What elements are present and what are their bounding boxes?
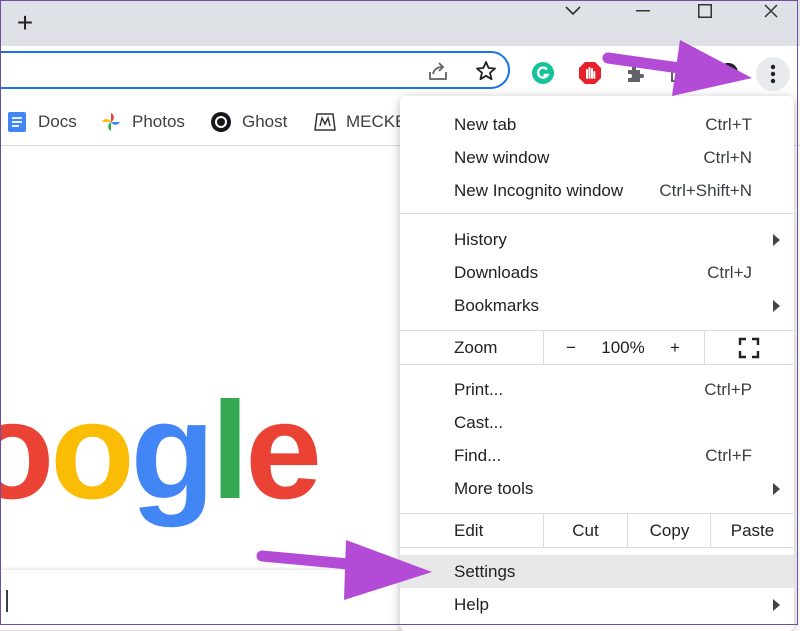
logo-letter: l [210,374,249,528]
zoom-level: 100% [601,337,645,357]
minimize-icon[interactable] [620,0,666,22]
fullscreen-icon [738,337,760,358]
menu-item-label: More tools [454,478,534,498]
zoom-out-button[interactable]: − [558,331,584,364]
chrome-menu: New tab Ctrl+T New window Ctrl+N New Inc… [400,96,794,631]
new-tab-button[interactable]: + [12,9,38,37]
menu-item-label: New Incognito window [454,180,624,200]
menu-item-label: Settings [454,561,516,581]
more-options-icon [770,64,776,84]
menu-item-settings[interactable]: Settings [400,555,794,588]
submenu-arrow-icon [773,482,780,495]
menu-item-new-tab[interactable]: New tab Ctrl+T [400,108,794,141]
search-box[interactable] [0,570,400,630]
menu-edit-row: Edit Cut Copy Paste [400,514,794,547]
reading-list-icon[interactable] [668,61,692,85]
menu-item-shortcut: Ctrl+Shift+N [659,180,752,200]
menu-item-shortcut: Ctrl+F [705,445,752,465]
menu-separator [400,213,794,214]
toolbar [0,46,800,100]
bookmark-label: MECKE [346,112,407,131]
bookmark-label: Photos [132,112,185,131]
menu-item-shortcut: Ctrl+N [703,147,752,167]
menu-item-label: New tab [454,114,517,134]
tab-search-chevron-icon[interactable] [550,0,596,22]
submenu-arrow-icon [773,299,780,312]
menu-item-downloads[interactable]: Downloads Ctrl+J [400,256,794,289]
menu-zoom-row: Zoom − 100% + [400,331,794,364]
logo-letter: g [130,374,215,528]
menu-item-print[interactable]: Print... Ctrl+P [400,373,794,406]
ghost-icon [210,111,232,133]
bookmark-mecke[interactable]: MECKE [314,110,406,134]
copy-button[interactable]: Copy [628,514,711,547]
menu-item-label: Find... [454,445,502,465]
grammarly-icon[interactable] [531,61,555,85]
menu-item-cast[interactable]: Cast... [400,406,794,439]
edit-label: Edit [454,521,484,540]
tab-strip: + [0,0,800,46]
bookmark-docs[interactable]: Docs [6,110,77,134]
menu-item-label: Downloads [454,262,539,282]
menu-divider [704,331,705,364]
logo-letter: o [50,374,134,528]
menu-separator [400,547,794,548]
share-icon[interactable] [426,59,450,83]
menu-item-new-incognito-window[interactable]: New Incognito window Ctrl+Shift+N [400,174,794,207]
logo-letter: e [245,374,322,528]
zoom-in-button[interactable]: + [662,331,688,364]
address-bar[interactable] [0,51,510,89]
more-options-button[interactable] [756,57,790,91]
menu-item-help[interactable]: Help [400,588,794,621]
menu-item-history[interactable]: History [400,223,794,256]
menu-item-new-window[interactable]: New window Ctrl+N [400,141,794,174]
profile-icon[interactable] [716,61,740,85]
google-logo: oogle [0,374,322,528]
close-icon[interactable] [748,0,794,22]
submenu-arrow-icon [773,598,780,611]
docs-icon [6,111,28,133]
cut-button[interactable]: Cut [544,514,627,547]
mecke-icon [314,111,336,133]
menu-item-shortcut: Ctrl+P [704,379,752,399]
extensions-puzzle-icon[interactable] [623,61,647,85]
menu-item-label: Cast... [454,412,504,432]
menu-item-label: New window [454,147,550,167]
zoom-label: Zoom [454,338,498,357]
menu-item-more-tools[interactable]: More tools [400,472,794,505]
submenu-arrow-icon [773,233,780,246]
menu-item-bookmarks[interactable]: Bookmarks [400,289,794,322]
menu-separator [400,364,794,365]
bookmark-label: Ghost [242,112,288,131]
menu-item-find[interactable]: Find... Ctrl+F [400,439,794,472]
menu-divider [543,331,544,364]
paste-button[interactable]: Paste [711,514,794,547]
bookmark-photos[interactable]: Photos [100,110,185,134]
photos-icon [100,111,122,133]
bookmark-label: Docs [38,112,77,131]
bookmark-star-icon[interactable] [474,59,498,83]
logo-letter: o [0,374,54,528]
adblock-icon[interactable] [578,61,602,85]
bookmark-ghost[interactable]: Ghost [210,110,287,134]
search-caret [6,590,8,612]
menu-item-label: Print... [454,379,504,399]
menu-item-shortcut: Ctrl+J [707,262,752,282]
menu-item-shortcut: Ctrl+T [705,114,752,134]
maximize-icon[interactable] [682,0,728,22]
menu-item-label: History [454,229,507,249]
menu-item-label: Help [454,594,489,614]
menu-item-label: Bookmarks [454,295,540,315]
fullscreen-button[interactable] [736,331,762,364]
